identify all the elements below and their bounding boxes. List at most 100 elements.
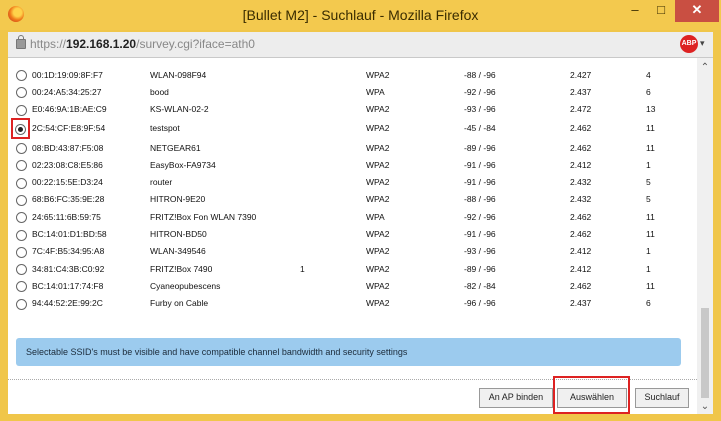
frequency: 2.462 <box>570 280 592 291</box>
frequency: 2.462 <box>570 123 592 134</box>
radio-button[interactable] <box>16 208 30 225</box>
mac-address: 00:24:A5:34:25:27 <box>32 86 102 97</box>
adblock-icon[interactable]: ABP <box>680 35 698 53</box>
radio-button[interactable] <box>16 66 30 83</box>
address-bar[interactable]: https://192.168.1.20/survey.cgi?iface=at… <box>8 32 713 58</box>
encryption: WPA2 <box>366 229 390 240</box>
radio-button[interactable] <box>16 139 30 156</box>
ap-row[interactable]: 00:24:A5:34:25:27 bood WPA -92 / -96 2.437 6 <box>16 83 696 100</box>
ap-row[interactable]: 02:23:08:C8:E5:86 EasyBox-FA9734 WPA2 -91 /… <box>16 156 696 173</box>
scroll-up-icon[interactable]: ⌃ <box>697 62 713 73</box>
mac-address: 2C:54:CF:E8:9F:54 <box>32 123 106 134</box>
ap-row[interactable]: 34:81:C4:3B:C0:92 FRITZ!Box 7490 1 WPA2 -89 … <box>16 260 696 277</box>
signal-noise: -93 / -96 <box>464 246 496 257</box>
channel: 5 <box>646 194 651 205</box>
encryption: WPA2 <box>366 104 390 115</box>
scan-button[interactable]: Suchlauf <box>635 388 689 408</box>
selection-highlight <box>11 117 30 139</box>
ap-row[interactable]: E0:46:9A:1B:AE:C9 KS-WLAN-02-2 WPA2 -93 / -… <box>16 101 696 118</box>
close-button[interactable]: ✕ <box>675 0 719 22</box>
signal-noise: -91 / -96 <box>464 229 496 240</box>
select-button[interactable]: Auswählen <box>557 388 627 408</box>
radio-icon[interactable] <box>16 160 27 172</box>
ssid: EasyBox-FA9734 <box>150 159 216 170</box>
encryption: WPA2 <box>366 246 390 257</box>
channel: 11 <box>646 229 655 240</box>
encryption: WPA2 <box>366 123 390 134</box>
ap-row[interactable]: 24:65:11:6B:59:75 FRITZ!Box Fon WLAN 7390… <box>16 208 696 225</box>
radio-button[interactable] <box>16 191 30 208</box>
channel: 11 <box>646 280 655 291</box>
lock-icon <box>16 35 26 49</box>
radio-button[interactable] <box>16 295 30 312</box>
radio-icon[interactable] <box>16 264 27 276</box>
radio-button[interactable] <box>16 243 30 260</box>
ssid: HITRON-9E20 <box>150 194 206 205</box>
ap-row[interactable]: 94:44:52:2E:99:2C Furby on Cable WPA2 -96 /… <box>16 295 696 312</box>
radio-icon[interactable] <box>16 212 27 224</box>
encryption: WPA2 <box>366 298 390 309</box>
ap-row[interactable]: 08:BD:43:87:F5:08 NETGEAR61 WPA2 -89 / -96 2… <box>16 139 696 156</box>
radio-button[interactable] <box>11 117 30 139</box>
radio-icon[interactable] <box>16 87 27 99</box>
radio-button[interactable] <box>16 277 30 294</box>
mac-address: 7C:4F:B5:34:95:A8 <box>32 246 105 257</box>
radio-button[interactable] <box>16 173 30 190</box>
signal-noise: -82 / -84 <box>464 280 496 291</box>
signal-noise: -96 / -96 <box>464 298 496 309</box>
bind-ap-button[interactable]: An AP binden <box>479 388 553 408</box>
radio-icon[interactable] <box>16 143 27 155</box>
encryption: WPA2 <box>366 194 390 205</box>
ssid: NETGEAR61 <box>150 142 201 153</box>
radio-icon[interactable] <box>16 70 27 82</box>
ssid: Furby on Cable <box>150 298 209 309</box>
ap-row[interactable]: 68:B6:FC:35:9E:28 HITRON-9E20 WPA2 -88 / -9… <box>16 191 696 208</box>
ap-row[interactable]: 00:22:15:5E:D3:24 router WPA2 -91 / -96 2.43… <box>16 173 696 190</box>
channel: 4 <box>646 69 651 80</box>
channel: 6 <box>646 298 651 309</box>
mac-address: 08:BD:43:87:F5:08 <box>32 142 104 153</box>
radio-button[interactable] <box>16 101 30 118</box>
ssid: FRITZ!Box Fon WLAN 7390 <box>150 211 257 222</box>
radio-checked-icon[interactable] <box>15 123 26 135</box>
mac-address: 00:22:15:5E:D3:24 <box>32 177 103 188</box>
radio-icon[interactable] <box>16 177 27 189</box>
radio-button[interactable] <box>16 83 30 100</box>
encryption: WPA2 <box>366 159 390 170</box>
ap-row[interactable]: BC:14:01:17:74:F8 Cyaneopubescens WPA2 -82 … <box>16 277 696 294</box>
radio-icon[interactable] <box>16 246 27 258</box>
scroll-thumb[interactable] <box>701 308 709 398</box>
ap-row[interactable]: BC:14:01:D1:BD:58 HITRON-BD50 WPA2 -91 / -9… <box>16 225 696 242</box>
mac-address: 94:44:52:2E:99:2C <box>32 298 103 309</box>
minimize-button[interactable]: – <box>624 0 646 22</box>
info-box: Selectable SSID's must be visible and ha… <box>16 338 681 366</box>
radio-button[interactable] <box>16 225 30 242</box>
chevron-down-icon[interactable]: ▾ <box>700 38 705 49</box>
extra-value <box>300 225 366 242</box>
radio-icon[interactable] <box>16 229 27 241</box>
ssid: HITRON-BD50 <box>150 229 207 240</box>
radio-icon[interactable] <box>16 194 27 206</box>
frequency: 2.472 <box>570 104 592 115</box>
url-text[interactable]: https://192.168.1.20/survey.cgi?iface=at… <box>30 37 255 51</box>
signal-noise: -45 / -84 <box>464 123 496 134</box>
channel: 11 <box>646 123 655 134</box>
radio-icon[interactable] <box>16 281 27 293</box>
channel: 1 <box>646 159 651 170</box>
radio-icon[interactable] <box>16 298 27 310</box>
ssid: WLAN-098F94 <box>150 69 207 80</box>
extra-value <box>300 139 366 156</box>
frequency: 2.462 <box>570 142 592 153</box>
ap-row[interactable]: 2C:54:CF:E8:9F:54 testspot WPA2 -45 / -84 2.… <box>11 117 696 139</box>
ap-row[interactable]: 7C:4F:B5:34:95:A8 WLAN-349546 WPA2 -93 / -9… <box>16 243 696 260</box>
radio-button[interactable] <box>16 260 30 277</box>
ap-row[interactable]: 00:1D:19:09:8F:F7 WLAN-098F94 WPA2 -88 / -9… <box>16 66 696 83</box>
maximize-button[interactable]: □ <box>650 0 672 22</box>
radio-button[interactable] <box>16 156 30 173</box>
extra-value <box>300 191 366 208</box>
channel: 11 <box>646 142 655 153</box>
channel: 6 <box>646 86 651 97</box>
scrollbar[interactable]: ⌃ ⌄ <box>697 58 713 414</box>
scroll-down-icon[interactable]: ⌄ <box>697 401 713 412</box>
radio-icon[interactable] <box>16 104 27 116</box>
